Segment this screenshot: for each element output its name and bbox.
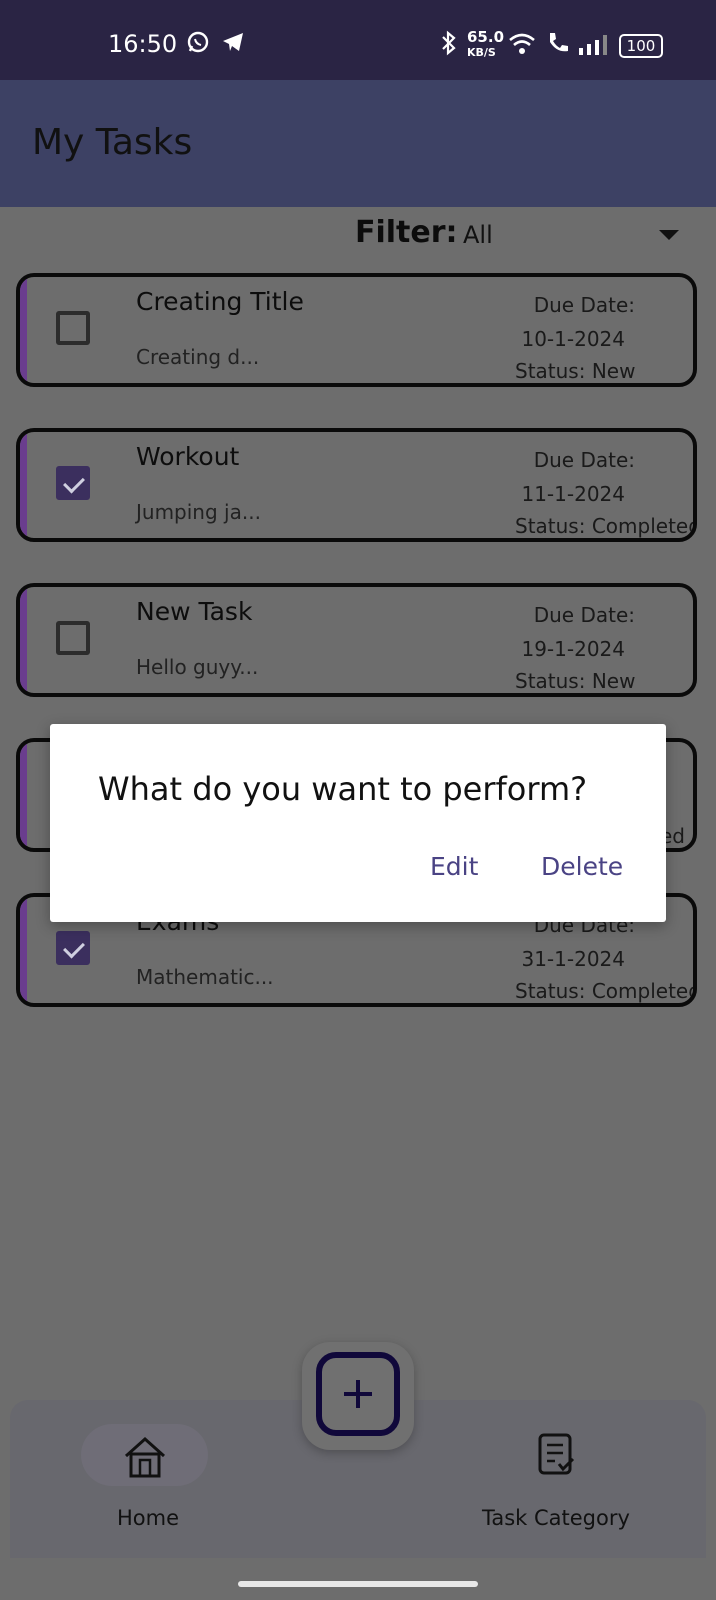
card-stripe xyxy=(20,277,27,383)
network-speed: 65.0 KB/S xyxy=(467,28,505,60)
home-icon[interactable] xyxy=(122,1434,168,1482)
delete-button[interactable]: Delete xyxy=(541,852,623,881)
task-title: Workout xyxy=(136,442,240,471)
task-checkbox[interactable] xyxy=(56,466,90,500)
battery-indicator: 100 xyxy=(619,34,663,58)
dialog-question: What do you want to perform? xyxy=(98,770,588,808)
card-stripe xyxy=(20,897,27,1003)
dropdown-caret-icon[interactable] xyxy=(659,230,679,240)
task-card[interactable]: Creating Title Creating d... Due Date: 1… xyxy=(16,273,697,387)
task-description: Mathematic... xyxy=(136,965,274,989)
task-title: New Task xyxy=(136,597,253,626)
status-time: 16:50 xyxy=(108,30,178,58)
gesture-bar xyxy=(238,1581,478,1587)
filter-dropdown[interactable]: All xyxy=(463,221,493,249)
due-date-label: Due Date: xyxy=(533,603,635,627)
add-icon[interactable] xyxy=(316,1352,400,1436)
due-date: 19-1-2024 xyxy=(521,637,625,661)
edit-button[interactable]: Edit xyxy=(430,852,478,881)
due-date: 11-1-2024 xyxy=(521,482,625,506)
add-task-button[interactable] xyxy=(302,1342,414,1450)
task-checkbox[interactable] xyxy=(56,931,90,965)
call-icon xyxy=(545,30,571,60)
task-category-icon[interactable] xyxy=(537,1432,577,1480)
nav-category-label[interactable]: Task Category xyxy=(482,1506,630,1530)
task-description: Jumping ja... xyxy=(136,500,261,524)
due-date-label: Due Date: xyxy=(533,448,635,472)
card-stripe xyxy=(20,742,27,848)
due-date: 31-1-2024 xyxy=(521,947,625,971)
whatsapp-icon xyxy=(186,30,210,58)
bluetooth-icon xyxy=(438,30,460,60)
task-title: Creating Title xyxy=(136,287,304,316)
card-stripe xyxy=(20,587,27,693)
task-card[interactable]: Workout Jumping ja... Due Date: 11-1-202… xyxy=(16,428,697,542)
status-bar: 16:50 65.0 KB/S 100 xyxy=(0,0,716,80)
task-checkbox[interactable] xyxy=(56,311,90,345)
due-date-label: Due Date: xyxy=(533,293,635,317)
task-status: Status: New xyxy=(515,359,636,383)
due-date: 10-1-2024 xyxy=(521,327,625,351)
task-description: Hello guyy... xyxy=(136,655,259,679)
task-checkbox[interactable] xyxy=(56,621,90,655)
wifi-icon xyxy=(508,32,536,60)
task-description: Creating d... xyxy=(136,345,260,369)
nav-home-label[interactable]: Home xyxy=(117,1506,179,1530)
signal-icon xyxy=(578,34,608,60)
task-card[interactable]: New Task Hello guyy... Due Date: 19-1-20… xyxy=(16,583,697,697)
card-stripe xyxy=(20,432,27,538)
filter-label: Filter: xyxy=(355,215,458,250)
task-status: Status: Completed xyxy=(515,514,697,538)
action-dialog: What do you want to perform? Edit Delete xyxy=(50,724,666,922)
task-status: Status: Completed xyxy=(515,979,697,1003)
telegram-icon xyxy=(221,30,245,58)
page-title: My Tasks xyxy=(32,122,193,163)
task-status: Status: New xyxy=(515,669,636,693)
app-bar: My Tasks xyxy=(0,80,716,207)
